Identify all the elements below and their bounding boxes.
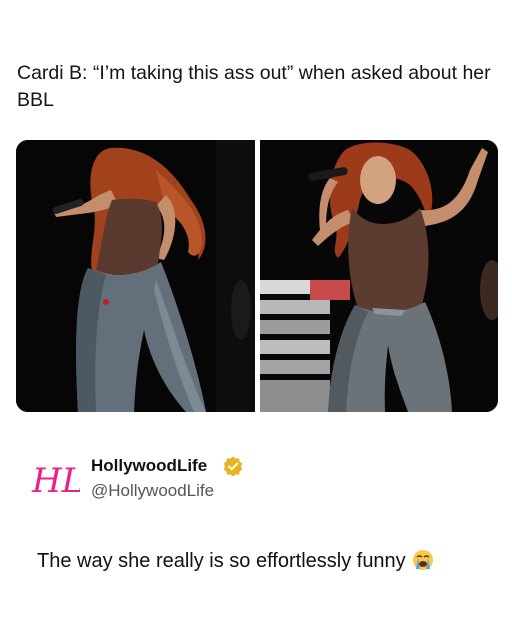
reply-card[interactable]: HL HollywoodLife @HollywoodLife The way … bbox=[0, 436, 512, 636]
photo-performer-back-view[interactable] bbox=[16, 140, 255, 412]
photo-performer-front-view[interactable] bbox=[260, 140, 498, 412]
loudly-crying-face-icon bbox=[412, 550, 433, 570]
reply-text-content: The way she really is so effortlessly fu… bbox=[37, 550, 406, 572]
author-handle[interactable]: @HollywoodLife bbox=[91, 481, 214, 501]
author-name[interactable]: HollywoodLife bbox=[91, 456, 207, 476]
reply-text: The way she really is so effortlessly fu… bbox=[37, 549, 434, 573]
photo-grid bbox=[16, 140, 498, 412]
post-caption: Cardi B: “I’m taking this ass out” when … bbox=[17, 62, 491, 111]
hollywoodlife-logo[interactable]: HL bbox=[30, 454, 80, 502]
svg-text:HL: HL bbox=[31, 461, 80, 501]
verified-badge-icon bbox=[223, 456, 243, 476]
